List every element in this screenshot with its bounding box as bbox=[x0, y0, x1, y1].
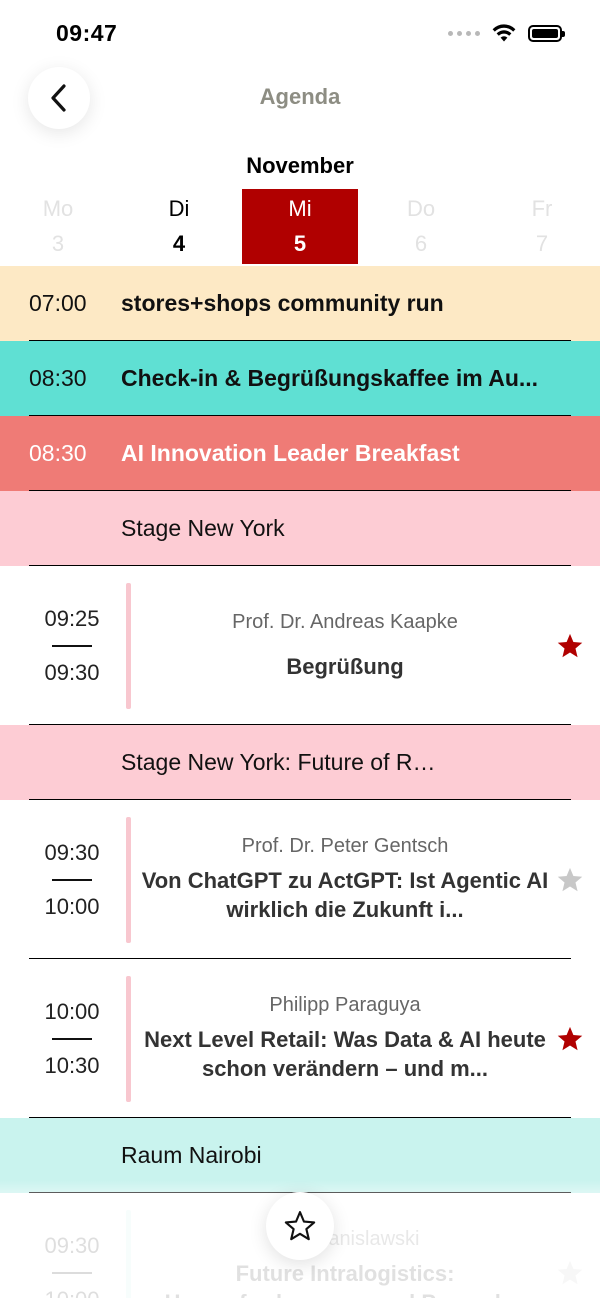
star-filled-icon[interactable] bbox=[556, 632, 584, 660]
day-name: Fr bbox=[531, 196, 553, 221]
session-speaker: Prof. Dr. Peter Gentsch bbox=[241, 835, 449, 857]
page-title: Agenda bbox=[259, 84, 341, 109]
stage-title: Stage New York bbox=[121, 515, 285, 541]
event-time: 08:30 bbox=[29, 365, 87, 391]
session-start: 10:00 bbox=[44, 998, 100, 1024]
session-item[interactable]: 09:30 10:00 Prof. Dr. Peter Gentsch Von … bbox=[0, 800, 600, 959]
session-speaker: Prof. Dr. Andreas Kaapke bbox=[232, 610, 458, 633]
wifi-icon bbox=[492, 24, 516, 42]
day-number: 5 bbox=[293, 231, 307, 256]
status-bar: 09:47 bbox=[0, 0, 600, 62]
agenda-list: 07:00 stores+shops community run 08:30 C… bbox=[0, 266, 600, 1298]
session-start: 09:30 bbox=[44, 839, 100, 865]
day-monday[interactable]: Mo 3 bbox=[0, 189, 116, 264]
day-friday[interactable]: Fr 7 bbox=[484, 189, 600, 264]
day-wednesday-selected[interactable]: Mi 5 bbox=[242, 189, 358, 264]
day-number: 6 bbox=[414, 231, 428, 256]
event-title: AI Innovation Leader Breakfast bbox=[121, 440, 460, 466]
session-accent bbox=[126, 817, 131, 943]
event-title: stores+shops community run bbox=[121, 290, 444, 316]
session-start: 09:25 bbox=[44, 605, 100, 631]
month-label: November bbox=[246, 153, 354, 178]
stage-header-nairobi: Raum Nairobi bbox=[0, 1118, 600, 1193]
status-icons bbox=[448, 24, 565, 42]
session-speaker: Philipp Paraguya bbox=[269, 994, 421, 1016]
event-time: 08:30 bbox=[29, 440, 87, 466]
session-times: 10:00 10:30 bbox=[29, 959, 115, 1118]
session-speaker: Nils Stanislawski bbox=[270, 1228, 420, 1250]
stage-header-future-of-retail: Stage New York: Future of Retail bbox=[0, 725, 600, 800]
session-accent bbox=[126, 1210, 131, 1298]
day-number: 4 bbox=[172, 231, 186, 256]
status-time: 09:47 bbox=[56, 20, 118, 46]
session-accent bbox=[126, 583, 131, 709]
session-end: 10:00 bbox=[44, 1287, 99, 1298]
session-title: Von ChatGPT zu ActGPT: Ist Agentic AI wi… bbox=[141, 868, 549, 922]
event-bar-community-run[interactable]: 07:00 stores+shops community run bbox=[0, 266, 600, 341]
session-end: 09:30 bbox=[44, 659, 100, 685]
day-picker: Mo 3 Di 4 Mi 5 Do 6 Fr 7 bbox=[0, 189, 600, 264]
star-outline-icon[interactable] bbox=[556, 866, 584, 894]
session-times: 09:30 10:00 bbox=[29, 800, 115, 959]
session-times: 09:30 10:00 bbox=[29, 1193, 115, 1298]
event-bar-check-in[interactable]: 08:30 Check-in & Begrüßungskaffee im Au.… bbox=[0, 341, 600, 416]
favorites-filter-button[interactable] bbox=[266, 1192, 334, 1260]
session-title: Next Level Retail: Was Data & AI heute s… bbox=[144, 1027, 546, 1081]
cellular-signal-icon bbox=[448, 30, 480, 36]
day-name: Mo bbox=[42, 196, 74, 221]
battery-icon bbox=[528, 24, 565, 42]
session-times: 09:25 09:30 bbox=[29, 566, 115, 725]
day-name: Di bbox=[168, 196, 190, 221]
session-accent bbox=[126, 976, 131, 1102]
session-item[interactable]: 09:25 09:30 Prof. Dr. Andreas Kaapke Beg… bbox=[0, 566, 600, 725]
stage-title: Raum Nairobi bbox=[121, 1142, 262, 1168]
day-tuesday[interactable]: Di 4 bbox=[121, 189, 237, 264]
session-start: 09:30 bbox=[44, 1232, 100, 1258]
session-title: Future Intralogistics: Herausforderungen… bbox=[165, 1261, 526, 1298]
stage-title: Stage New York: Future of Retail bbox=[121, 749, 440, 775]
event-bar-breakfast[interactable]: 08:30 AI Innovation Leader Breakfast bbox=[0, 416, 600, 491]
day-thursday[interactable]: Do 6 bbox=[363, 189, 479, 264]
event-title: Check-in & Begrüßungskaffee im Au... bbox=[121, 365, 539, 391]
session-item[interactable]: 10:00 10:30 Philipp Paraguya Next Level … bbox=[0, 959, 600, 1118]
session-end: 10:30 bbox=[44, 1052, 100, 1078]
event-time: 07:00 bbox=[29, 290, 87, 316]
star-outline-icon[interactable] bbox=[556, 1259, 584, 1287]
star-outline-icon bbox=[284, 1211, 316, 1241]
day-number: 7 bbox=[535, 231, 549, 256]
day-name: Do bbox=[406, 196, 436, 221]
session-title: Begrüßung bbox=[286, 653, 404, 679]
day-name: Mi bbox=[288, 196, 312, 221]
session-end: 10:00 bbox=[44, 893, 100, 919]
star-filled-icon[interactable] bbox=[556, 1025, 584, 1053]
stage-header-new-york: Stage New York bbox=[0, 491, 600, 566]
day-number: 3 bbox=[51, 231, 65, 256]
